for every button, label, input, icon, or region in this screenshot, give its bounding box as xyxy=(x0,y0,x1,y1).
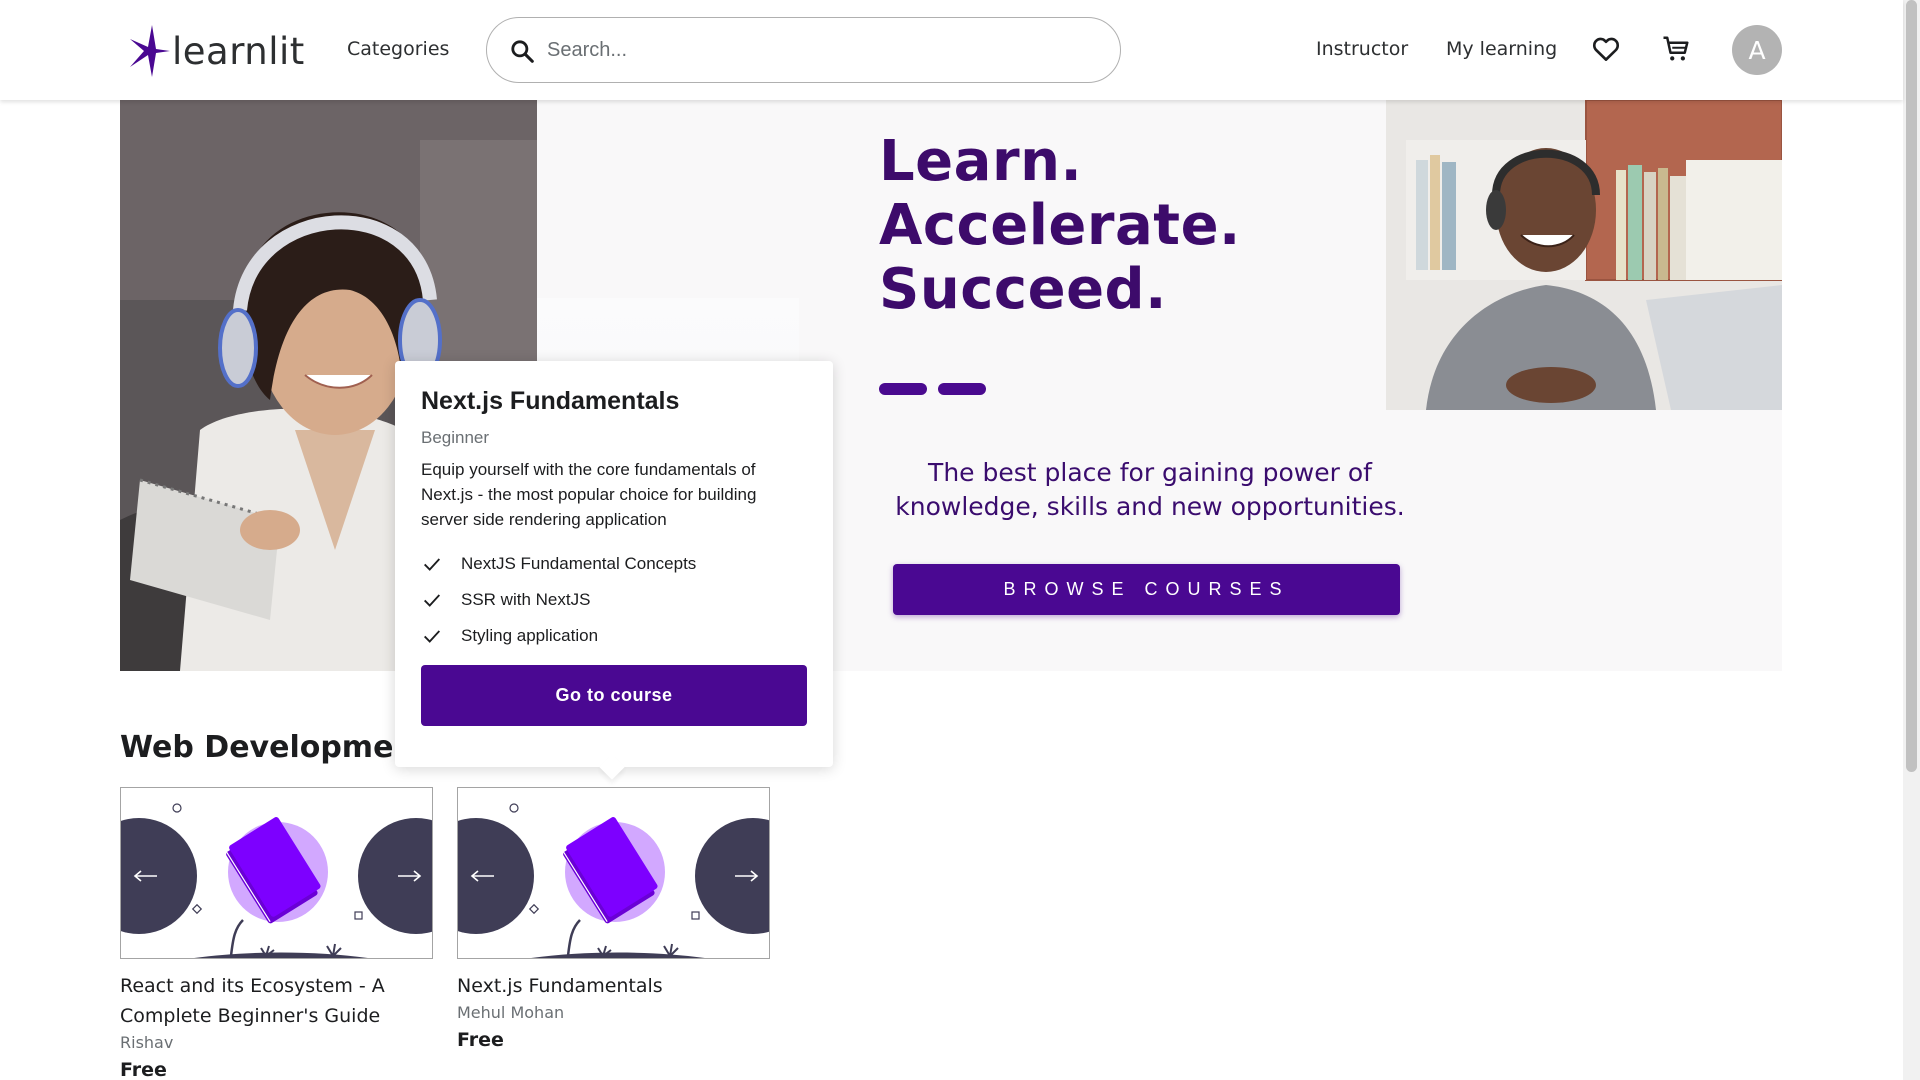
search-icon[interactable] xyxy=(509,38,535,64)
categories-link[interactable]: Categories xyxy=(347,38,449,60)
course-price: Free xyxy=(457,1029,504,1051)
feature-text: NextJS Fundamental Concepts xyxy=(461,554,697,573)
check-icon xyxy=(424,594,441,607)
popover-feature-list: NextJS Fundamental Concepts SSR with Nex… xyxy=(421,546,807,654)
check-icon xyxy=(424,630,441,643)
feature-item: SSR with NextJS xyxy=(421,582,807,618)
feature-text: SSR with NextJS xyxy=(461,590,591,609)
check-icon xyxy=(424,558,441,571)
popover-title: Next.js Fundamentals xyxy=(421,387,680,415)
search-input[interactable] xyxy=(547,32,1107,68)
my-learning-link[interactable]: My learning xyxy=(1446,38,1557,60)
hero-title-line-2: Accelerate. xyxy=(879,193,1241,258)
logo-icon xyxy=(130,25,170,77)
hero-banner: Learn. Accelerate. Succeed. The best pla… xyxy=(120,100,1782,671)
course-author: Mehul Mohan xyxy=(457,1003,565,1022)
course-thumbnail xyxy=(120,787,433,959)
feature-text: Styling application xyxy=(461,626,599,645)
user-avatar[interactable]: A xyxy=(1732,25,1782,75)
hero-subtitle: The best place for gaining power of know… xyxy=(895,458,1405,521)
course-card[interactable]: Next.js Fundamentals Mehul Mohan Free xyxy=(457,787,770,1051)
cart-icon[interactable] xyxy=(1661,34,1691,64)
hero-title-line-1: Learn. xyxy=(879,129,1083,194)
search-bar xyxy=(486,17,1121,83)
hero-photo-man xyxy=(1386,100,1782,410)
popover-level: Beginner xyxy=(421,428,490,447)
course-preview-popover: Next.js Fundamentals Beginner Equip your… xyxy=(395,361,833,767)
course-author: Rishav xyxy=(120,1033,174,1052)
logo[interactable]: learnlit xyxy=(130,25,305,77)
page: learnlit Categories Instructor My learni… xyxy=(0,0,1920,1080)
hero-title: Learn. Accelerate. Succeed. xyxy=(879,130,1241,322)
course-price: Free xyxy=(120,1059,167,1080)
feature-item: Styling application xyxy=(421,618,807,654)
scrollbar[interactable] xyxy=(1903,0,1920,1080)
course-thumbnail xyxy=(457,787,770,959)
carousel-indicator-1[interactable] xyxy=(879,383,927,395)
scrollbar-thumb[interactable] xyxy=(1906,0,1917,772)
heart-icon[interactable] xyxy=(1591,34,1621,64)
instructor-link[interactable]: Instructor xyxy=(1316,38,1408,60)
browse-courses-button[interactable]: BROWSE COURSES xyxy=(893,564,1400,615)
popover-description: Equip yourself with the core fundamental… xyxy=(421,460,757,529)
go-to-course-button[interactable]: Go to course xyxy=(421,665,807,726)
carousel-indicator-2[interactable] xyxy=(938,383,986,395)
top-nav: learnlit Categories Instructor My learni… xyxy=(0,0,1903,100)
course-card[interactable]: React and its Ecosystem - A Complete Beg… xyxy=(120,787,433,1080)
feature-item: NextJS Fundamental Concepts xyxy=(421,546,807,582)
hero-title-line-3: Succeed. xyxy=(879,257,1167,322)
logo-text: learnlit xyxy=(172,29,305,73)
course-title[interactable]: Next.js Fundamentals xyxy=(457,971,770,1001)
course-title[interactable]: React and its Ecosystem - A Complete Beg… xyxy=(120,971,433,1031)
